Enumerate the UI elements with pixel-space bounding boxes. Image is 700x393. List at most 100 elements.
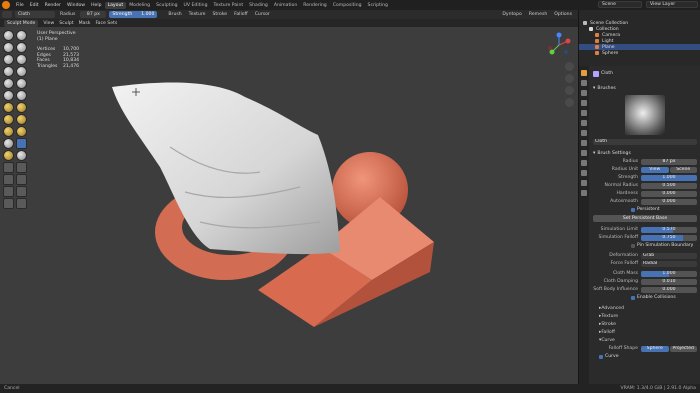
tab-texture-paint[interactable]: Texture Paint xyxy=(211,2,247,9)
subpanel-advanced[interactable]: ▸ Advanced xyxy=(593,305,697,312)
scene-selector[interactable]: Scene xyxy=(598,1,642,8)
constraints-tab-icon[interactable] xyxy=(581,160,587,166)
dropdown-texture[interactable]: Texture xyxy=(187,12,208,17)
soft-body-slider[interactable]: 0.000 xyxy=(641,286,697,293)
brush-name-field[interactable]: Cloth xyxy=(15,11,55,18)
dyntopo-toggle[interactable]: Dyntopo xyxy=(500,12,524,17)
tab-compositing[interactable]: Compositing xyxy=(330,2,365,9)
tool-tab-icon[interactable] xyxy=(581,70,587,76)
tab-modeling[interactable]: Modeling xyxy=(126,2,153,9)
nudge-tool-icon[interactable] xyxy=(3,150,14,161)
clay-strips-tool-icon[interactable] xyxy=(16,42,27,53)
texture-tab-icon[interactable] xyxy=(581,190,587,196)
menu-window[interactable]: Window xyxy=(64,3,88,8)
ortho-toggle-icon[interactable] xyxy=(565,98,574,107)
dropdown-falloff[interactable]: Falloff xyxy=(232,12,250,17)
radius-unit-scene[interactable]: Scene xyxy=(669,166,697,173)
radius-field[interactable]: 87 px xyxy=(641,158,697,165)
box-mask-tool-icon[interactable] xyxy=(16,162,27,173)
subpanel-falloff[interactable]: ▸ Falloff xyxy=(593,329,697,336)
tab-animation[interactable]: Animation xyxy=(271,2,300,9)
outliner[interactable]: Scene Collection Collection Camera Light… xyxy=(579,10,700,66)
subpanel-texture[interactable]: ▸ Texture xyxy=(593,313,697,320)
menu-face-sets[interactable]: Face Sets xyxy=(95,21,117,26)
pinch-tool-icon[interactable] xyxy=(16,102,27,113)
radius-unit-view[interactable]: View xyxy=(641,166,669,173)
crease-tool-icon[interactable] xyxy=(16,66,27,77)
menu-help[interactable]: Help xyxy=(88,3,104,8)
persistent-checkbox[interactable]: Persistent xyxy=(593,206,697,213)
render-tab-icon[interactable] xyxy=(581,80,587,86)
tab-rendering[interactable]: Rendering xyxy=(300,2,329,9)
layer-tool-icon[interactable] xyxy=(3,54,14,65)
transform-tool-icon[interactable] xyxy=(16,186,27,197)
thumb-tool-icon[interactable] xyxy=(16,126,27,137)
fill-tool-icon[interactable] xyxy=(3,90,14,101)
menu-file[interactable]: File xyxy=(13,3,27,8)
flatten-tool-icon[interactable] xyxy=(16,78,27,89)
brush-settings-header[interactable]: ▾ Brush Settings xyxy=(593,150,697,157)
menu-mask[interactable]: Mask xyxy=(79,21,91,26)
world-tab-icon[interactable] xyxy=(581,120,587,126)
force-falloff-dropdown[interactable]: Radial xyxy=(641,260,697,267)
tab-shading[interactable]: Shading xyxy=(246,2,271,9)
dropdown-stroke[interactable]: Stroke xyxy=(211,12,230,17)
tab-sculpting[interactable]: Sculpting xyxy=(153,2,180,9)
blender-logo-icon[interactable] xyxy=(2,1,10,9)
strength-field[interactable]: Strength 1.000 xyxy=(109,11,158,18)
enable-collisions-checkbox[interactable]: Enable Collisions xyxy=(593,294,697,301)
hardness-slider[interactable]: 0.000 xyxy=(641,190,697,197)
brush-preview[interactable] xyxy=(625,95,665,135)
multiplane-scrape-tool-icon[interactable] xyxy=(3,102,14,113)
menu-sculpt[interactable]: Sculpt xyxy=(59,21,73,26)
dropdown-cursor[interactable]: Cursor xyxy=(253,12,272,17)
radius-field[interactable]: 87 px xyxy=(80,11,107,18)
sim-limit-slider[interactable]: 0.570 xyxy=(641,226,697,233)
scale-tool-icon[interactable] xyxy=(16,198,27,209)
subpanel-stroke[interactable]: ▸ Stroke xyxy=(593,321,697,328)
output-tab-icon[interactable] xyxy=(581,90,587,96)
curve-checkbox[interactable]: Curve xyxy=(593,353,697,360)
physics-tab-icon[interactable] xyxy=(581,150,587,156)
autosmooth-slider[interactable]: 0.000 xyxy=(641,198,697,205)
blob-tool-icon[interactable] xyxy=(3,66,14,77)
draw-sharp-tool-icon[interactable] xyxy=(16,30,27,41)
scrape-tool-icon[interactable] xyxy=(16,90,27,101)
lasso-mask-tool-icon[interactable] xyxy=(3,174,14,185)
dropdown-brush[interactable]: Brush xyxy=(166,12,183,17)
smooth-tool-icon[interactable] xyxy=(3,78,14,89)
mode-selector[interactable]: Sculpt Mode xyxy=(4,19,39,27)
scene-tab-icon[interactable] xyxy=(581,110,587,116)
cloth-damping-slider[interactable]: 0.010 xyxy=(641,278,697,285)
view-layer-tab-icon[interactable] xyxy=(581,100,587,106)
move-tool-icon[interactable] xyxy=(3,186,14,197)
menu-edit[interactable]: Edit xyxy=(27,3,42,8)
grab-tool-icon[interactable] xyxy=(3,114,14,125)
brush-selector[interactable]: Cloth xyxy=(593,138,697,145)
material-tab-icon[interactable] xyxy=(581,180,587,186)
menu-render[interactable]: Render xyxy=(42,3,64,8)
rotate-tool-icon[interactable] xyxy=(16,150,27,161)
deformation-dropdown[interactable]: Grab xyxy=(641,252,697,259)
annotate-tool-icon[interactable] xyxy=(3,198,14,209)
navigation-gizmo-icon[interactable] xyxy=(546,32,572,58)
pin-boundary-checkbox[interactable]: Pin Simulation Boundary xyxy=(593,242,697,249)
cloth-mass-slider[interactable]: 1.000 xyxy=(641,270,697,277)
data-tab-icon[interactable] xyxy=(581,170,587,176)
zoom-icon[interactable] xyxy=(565,62,574,71)
object-tab-icon[interactable] xyxy=(581,130,587,136)
tab-scripting[interactable]: Scripting xyxy=(365,2,391,9)
pan-icon[interactable] xyxy=(565,74,574,83)
snake-hook-tool-icon[interactable] xyxy=(3,126,14,137)
draw-tool-icon[interactable] xyxy=(3,30,14,41)
modifier-tab-icon[interactable] xyxy=(581,140,587,146)
view-layer-selector[interactable]: View Layer xyxy=(646,1,698,8)
camera-view-icon[interactable] xyxy=(565,86,574,95)
mask-tool-icon[interactable] xyxy=(3,162,14,173)
tab-uv-editing[interactable]: UV Editing xyxy=(181,2,211,9)
pose-tool-icon[interactable] xyxy=(3,138,14,149)
cloth-tool-icon[interactable] xyxy=(16,138,27,149)
elastic-tool-icon[interactable] xyxy=(16,114,27,125)
outliner-item[interactable]: Sphere xyxy=(579,50,700,56)
strength-slider[interactable]: 1.000 xyxy=(641,174,697,181)
